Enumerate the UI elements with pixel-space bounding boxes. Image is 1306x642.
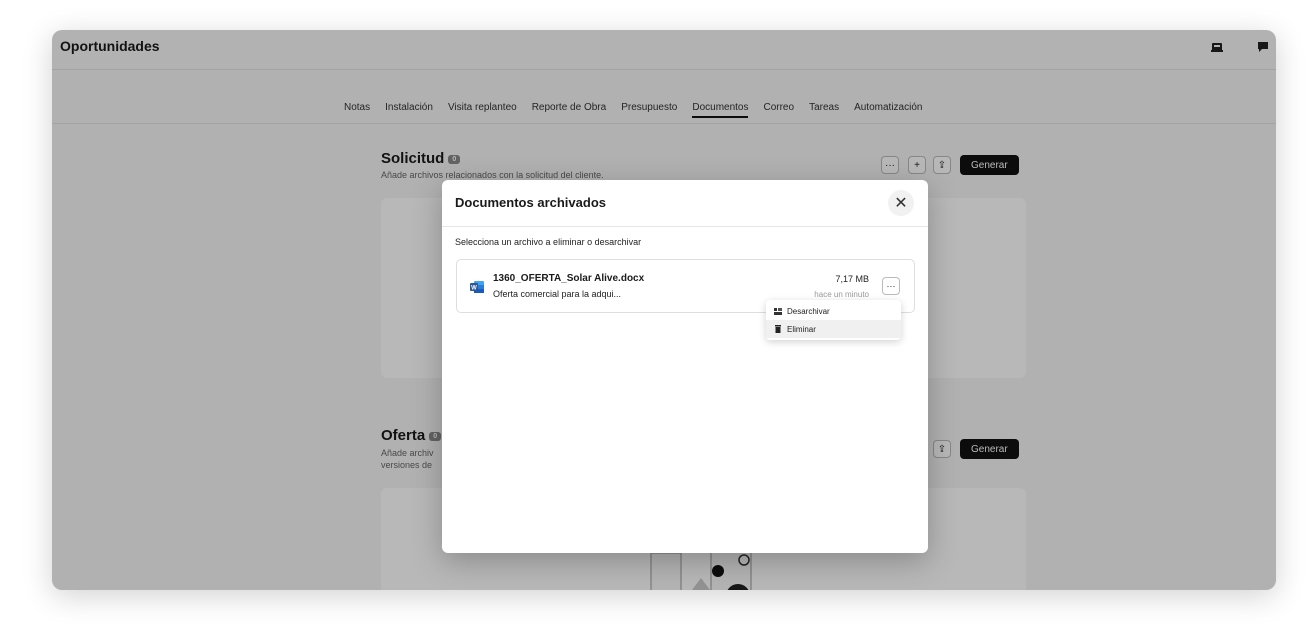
- unarchive-icon: [774, 308, 782, 315]
- menu-item-label: Desarchivar: [787, 306, 830, 316]
- modal-divider: [442, 226, 928, 227]
- close-icon[interactable]: ✕: [888, 190, 914, 216]
- word-icon: W: [470, 281, 484, 293]
- file-more-button[interactable]: ···: [882, 277, 900, 295]
- file-context-menu: Desarchivar Eliminar: [766, 300, 901, 340]
- modal-title: Documentos archivados: [455, 195, 606, 210]
- menu-item-desarchivar[interactable]: Desarchivar: [766, 302, 901, 320]
- file-description: Oferta comercial para la adqui...: [493, 289, 622, 299]
- menu-item-label: Eliminar: [787, 324, 816, 334]
- modal-instruction: Selecciona un archivo a eliminar o desar…: [455, 237, 642, 247]
- menu-item-eliminar[interactable]: Eliminar: [766, 320, 901, 338]
- app-window: Oportunidades Notas Instalación Visita r…: [52, 30, 1276, 590]
- svg-text:W: W: [471, 286, 477, 292]
- file-size: 7,17 MB: [835, 274, 869, 284]
- file-name: 1360_OFERTA_Solar Alive.docx: [493, 273, 645, 284]
- file-timestamp: hace un minuto: [814, 290, 869, 299]
- archived-documents-modal: Documentos archivados ✕ Selecciona un ar…: [442, 180, 928, 553]
- trash-icon: [775, 325, 781, 333]
